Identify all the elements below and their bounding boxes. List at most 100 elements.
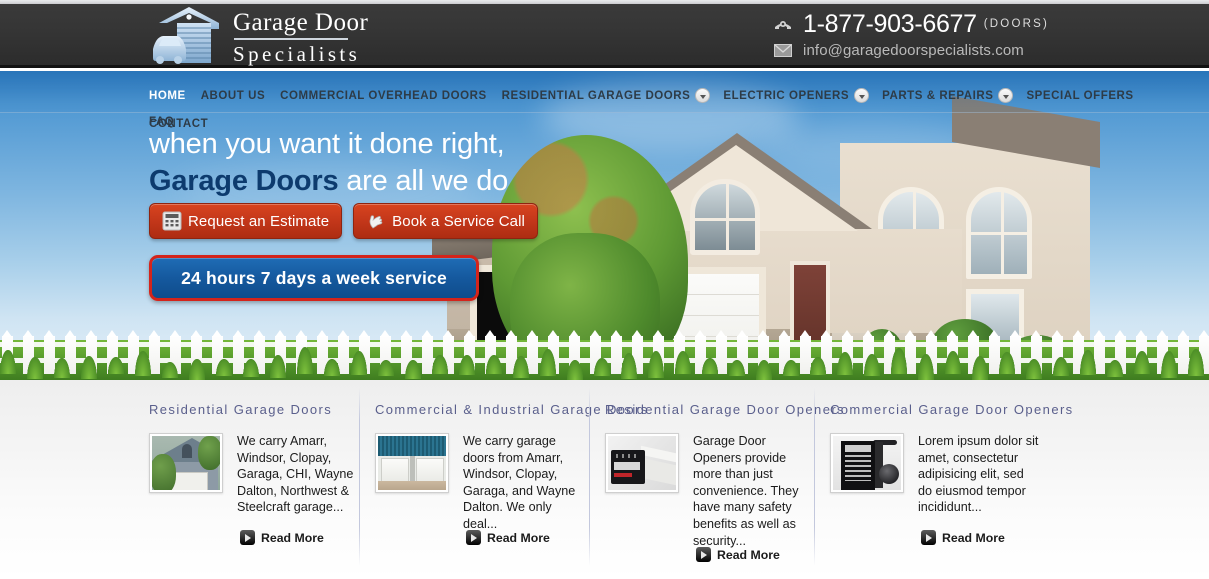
read-more-label: Read More [261,531,324,545]
nav-item-parts-repairs[interactable]: PARTS & REPAIRS [882,83,993,109]
grass-tuft [1026,359,1042,378]
grass-tuft [999,352,1015,374]
nav-item-residential-garage-doors[interactable]: RESIDENTIAL GARAGE DOORS [502,83,691,109]
grass-tuft [783,360,799,376]
grass-tuft [243,359,259,377]
feature-card: Commercial & Industrial Garage Doors We c… [375,380,593,579]
grass-tuft [1161,351,1177,378]
grass-tuft [0,350,16,374]
book-service-label: Book a Service Call [392,213,525,230]
header-contact-block: 1-877-903-6677 (DOORS) info@garagedoorsp… [772,11,1049,63]
grass-tuft [135,351,151,375]
phone-word: (DOORS) [984,18,1049,30]
logo-line-1: Garage Door [233,10,368,35]
chevron-down-icon[interactable] [854,88,869,103]
grass-tuft [1107,360,1123,378]
arrow-right-icon [240,530,255,545]
hero-headline-strong: Garage Doors [149,165,338,197]
grass-tuft [594,358,610,375]
hero-button-row: Request an Estimate Book a Service Call [149,203,538,239]
house-window-arched [966,187,1032,279]
read-more-link[interactable]: Read More [240,530,324,545]
grass-tuft [378,360,394,376]
house-gable-window [690,179,760,255]
grass-tuft [1053,357,1069,376]
card-text: Garage Door Openers provide more than ju… [693,433,815,549]
book-service-call-button[interactable]: Book a Service Call [353,203,538,239]
grass-tuft [648,351,664,378]
grass-tuft [756,360,772,379]
hero-headline-rest: are all we do [338,165,508,197]
phone-row[interactable]: 1-877-903-6677 (DOORS) [772,11,1049,37]
card-title[interactable]: Commercial & Industrial Garage Doors [375,402,593,417]
card-text: We carry Amarr, Windsor, Clopay, Garaga,… [237,433,359,516]
grass-tuft [54,358,70,378]
grass-tuft [324,359,340,376]
grass-tuft [405,360,421,379]
grass-tuft [729,360,745,376]
email-address: info@garagedoorspecialists.com [803,42,1024,59]
card-title[interactable]: Commercial Garage Door Openers [830,402,1040,417]
grass-tuft [270,355,286,377]
read-more-link[interactable]: Read More [466,530,550,545]
liftmaster-opener-thumb[interactable] [605,433,679,493]
email-row[interactable]: info@garagedoorspecialists.com [772,37,1049,63]
grass-tuft [351,351,367,376]
card-text: We carry garage doors from Amarr, Windso… [463,433,585,533]
grass-tuft [918,354,934,380]
feature-card: Residential Garage Door Openers Garage Do… [605,380,817,579]
nav-item-commercial-overhead-doors[interactable]: COMMERCIAL OVERHEAD DOORS [280,83,487,109]
request-estimate-button[interactable]: Request an Estimate [149,203,342,239]
request-estimate-label: Request an Estimate [188,213,329,230]
chevron-down-icon[interactable] [998,88,1013,103]
phone-number: 1-877-903-6677 [803,12,977,37]
grass-tuft [972,356,988,380]
page-root: Garage Door Specialists 1-877-903-6677 (… [0,0,1209,579]
logo-rule [234,38,348,40]
grass-tuft [945,351,961,374]
read-more-link[interactable]: Read More [921,530,1005,545]
hero-section: HOME ABOUT US COMMERCIAL OVERHEAD DOORS RES… [0,71,1209,380]
grass-tuft [891,348,907,374]
grass-tuft [108,357,124,374]
telephone-icon [772,16,794,32]
card-divider [814,388,815,566]
chevron-down-icon[interactable] [695,88,710,103]
service-hours-banner[interactable]: 24 hours 7 days a week service [149,255,479,301]
nav-item-special-offers[interactable]: SPECIAL OFFERS [1026,83,1133,109]
residential-house-garage-thumb[interactable] [149,433,223,493]
card-title[interactable]: Residential Garage Door Openers [605,402,817,417]
nav-item-electric-openers[interactable]: ELECTRIC OPENERS [723,83,849,109]
site-logo[interactable]: Garage Door Specialists [149,5,368,67]
grass-tuft [216,359,232,376]
arrow-right-icon [696,547,711,562]
commercial-overhead-doors-thumb[interactable] [375,433,449,493]
nav-item-home[interactable]: HOME [149,83,186,109]
grass-tuft [162,362,178,378]
card-text: Lorem ipsum dolor sit amet, consectetur … [918,433,1040,516]
hero-headline-line2: Garage Doors are all we do [149,162,508,200]
grass-tuft [675,351,691,374]
hand-pointer-icon [366,211,386,231]
arrow-right-icon [466,530,481,545]
feature-card: Commercial Garage Door Openers Lorem ipsu… [830,380,1040,579]
grass-tuft [540,349,556,376]
card-divider [589,388,590,566]
garage-car-logo-icon [149,5,225,67]
grass-tuft [513,356,529,378]
grass-tuft [1134,351,1150,374]
read-more-label: Read More [487,531,550,545]
grass-tuft [27,357,43,379]
grass-tuft [702,358,718,374]
arrow-right-icon [921,530,936,545]
logo-line-2: Specialists [233,43,368,65]
grass-tuft [81,356,97,379]
card-title[interactable]: Residential Garage Doors [149,402,364,417]
grass-tuft [864,354,880,376]
grass-tuft [810,357,826,375]
nav-item-about-us[interactable]: ABOUT US [201,83,265,109]
read-more-link[interactable]: Read More [696,547,780,562]
grass-tuft [621,353,637,379]
commercial-opener-thumb[interactable] [830,433,904,493]
grass-tuft [567,360,583,380]
